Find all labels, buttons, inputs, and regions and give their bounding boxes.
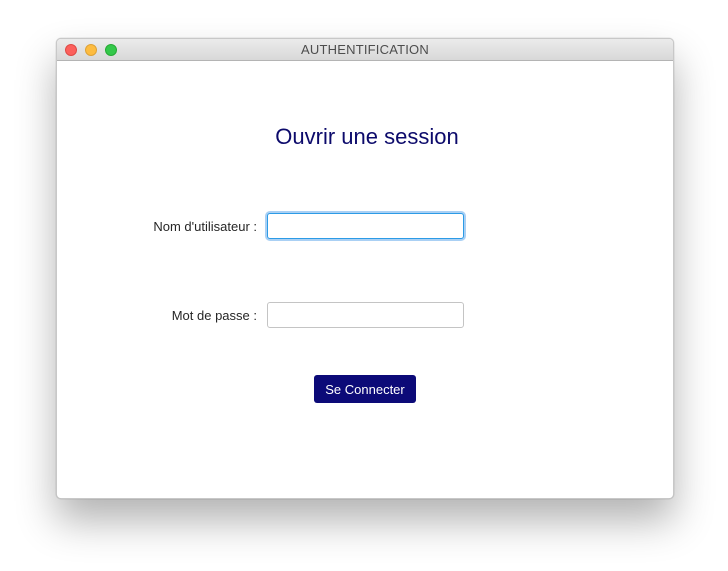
connect-button[interactable]: Se Connecter: [314, 375, 416, 403]
page-title: Ouvrir une session: [275, 124, 459, 149]
login-form: Ouvrir une session Nom d'utilisateur : M…: [57, 61, 673, 498]
password-label: Mot de passe :: [171, 308, 257, 323]
app-window: AUTHENTIFICATION Ouvrir une session Nom …: [56, 38, 674, 499]
username-label: Nom d'utilisateur :: [153, 219, 257, 234]
password-input[interactable]: [267, 302, 464, 328]
title-bar[interactable]: AUTHENTIFICATION: [57, 39, 673, 61]
username-input[interactable]: [267, 213, 464, 239]
window-title: AUTHENTIFICATION: [301, 42, 429, 57]
